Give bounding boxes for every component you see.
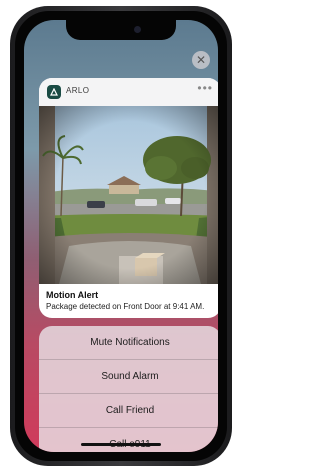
front-camera (134, 26, 141, 33)
phone-frame: ✕ ARLO ••• Motion Alert Package detected… (10, 6, 232, 466)
notification-text: Motion Alert Package detected on Front D… (46, 290, 218, 311)
camera-snapshot (39, 106, 218, 284)
notification-body: Package detected on Front Door at 9:41 A… (46, 302, 205, 311)
notch (66, 20, 176, 40)
phone-bezel: ✕ ARLO ••• Motion Alert Package detected… (15, 11, 227, 461)
mute-notifications-button[interactable]: Mute Notifications (39, 326, 218, 360)
home-indicator[interactable] (81, 443, 161, 446)
ellipsis-icon[interactable]: ••• (197, 81, 213, 95)
call-friend-button[interactable]: Call Friend (39, 394, 218, 428)
arlo-logo-icon (50, 88, 58, 96)
lock-screen: ✕ ARLO ••• Motion Alert Package detected… (24, 20, 218, 452)
app-name: ARLO (66, 86, 90, 95)
arlo-app-icon (47, 85, 61, 99)
close-icon[interactable]: ✕ (192, 51, 210, 69)
notification-card[interactable]: ARLO ••• Motion Alert Package detected o… (39, 78, 218, 318)
notification-title: Motion Alert (46, 290, 99, 300)
notification-header: ARLO ••• (39, 78, 218, 106)
sound-alarm-button[interactable]: Sound Alarm (39, 360, 218, 394)
notification-actions: Mute Notifications Sound Alarm Call Frie… (39, 326, 218, 452)
call-e911-button[interactable]: Call e911 (39, 428, 218, 452)
